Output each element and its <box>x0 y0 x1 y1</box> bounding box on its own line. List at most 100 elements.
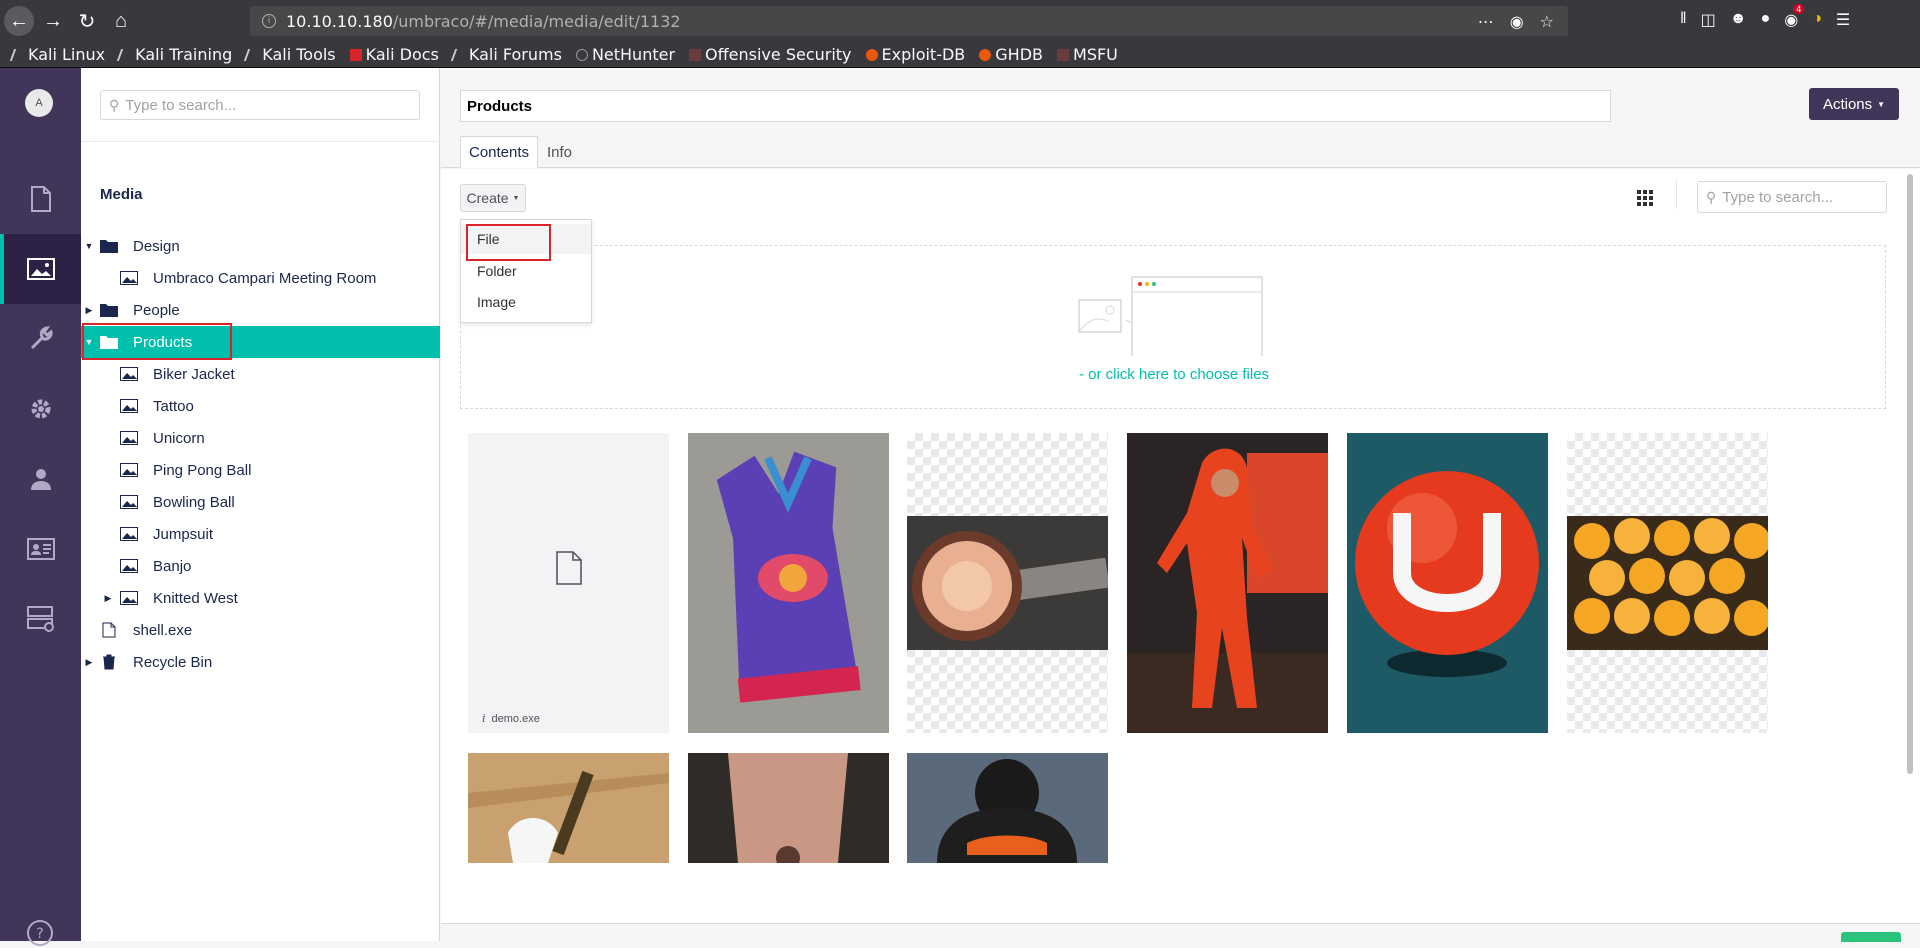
create-button[interactable]: Create ▼ <box>460 184 526 212</box>
forward-icon[interactable]: → <box>38 6 68 36</box>
caret-down-icon[interactable]: ▼ <box>84 241 94 251</box>
media-item-jumpsuit[interactable] <box>1127 433 1328 733</box>
section-settings[interactable] <box>0 304 81 374</box>
bookmark-kali-docs[interactable]: Kali Docs <box>349 45 439 64</box>
section-forms[interactable] <box>0 584 81 654</box>
extension-dark-icon[interactable]: ● <box>1761 10 1771 30</box>
bookmark-star-icon[interactable]: ☆ <box>1540 12 1554 31</box>
bookmark-nethunter[interactable]: NetHunter <box>575 45 675 64</box>
extension-color-icon[interactable]: ◑ <box>1812 10 1822 30</box>
actions-label: Actions <box>1822 95 1873 113</box>
image-icon <box>120 591 138 605</box>
divider <box>1676 179 1677 209</box>
back-icon[interactable]: ← <box>4 6 34 36</box>
reload-icon[interactable]: ↻ <box>72 6 102 36</box>
exploit-db-icon <box>865 48 878 61</box>
tree-item-people[interactable]: ▶ People <box>81 294 440 326</box>
section-media[interactable] <box>0 234 81 304</box>
tree-item-bowling-ball[interactable]: Bowling Ball <box>81 486 440 518</box>
scrollbar[interactable] <box>1907 174 1915 934</box>
media-item-knitted-west[interactable] <box>688 433 889 733</box>
user-icon <box>30 469 51 490</box>
actions-button[interactable]: Actions ▼ <box>1809 88 1899 120</box>
caret-right-icon[interactable]: ▶ <box>84 305 94 316</box>
biker-jacket-image <box>907 753 1108 863</box>
section-members[interactable] <box>0 514 81 584</box>
tree-item-ping-pong-ball[interactable]: Ping Pong Ball <box>81 454 440 486</box>
tree-item-knitted-west[interactable]: ▶ Knitted West <box>81 582 440 614</box>
section-developer[interactable] <box>0 374 81 444</box>
grid-view-icon[interactable] <box>1636 189 1654 207</box>
list-search-input[interactable] <box>1722 188 1873 206</box>
media-item-tattoo[interactable] <box>688 753 889 863</box>
help-icon[interactable]: ? <box>25 918 55 948</box>
ghdb-icon <box>979 48 992 61</box>
section-nav: A ? <box>0 68 81 946</box>
section-content[interactable] <box>0 164 81 234</box>
media-item-bowling-ball[interactable] <box>1347 433 1548 733</box>
tree-item-jumpsuit[interactable]: Jumpsuit <box>81 518 440 550</box>
tree-item-unicorn[interactable]: Unicorn <box>81 422 440 454</box>
caret-right-icon[interactable]: ▶ <box>84 657 94 668</box>
image-icon <box>120 527 138 541</box>
create-label: Create <box>466 190 509 206</box>
nethunter-icon <box>575 48 588 61</box>
upload-dropzone[interactable]: - or click here to choose files <box>460 245 1886 409</box>
tree-item-label: Umbraco Campari Meeting Room <box>153 269 377 287</box>
caret-right-icon[interactable]: ▶ <box>103 593 113 604</box>
page-actions-icon[interactable]: ⋯ <box>1478 12 1494 31</box>
tree-item-label: Jumpsuit <box>153 525 214 543</box>
media-name-field[interactable]: Products <box>460 90 1611 122</box>
tree-item-label: Unicorn <box>153 429 205 447</box>
info-icon[interactable]: i <box>262 14 276 28</box>
tree-search-input[interactable] <box>125 96 406 114</box>
library-icon[interactable]: ‖ <box>1680 10 1687 30</box>
bookmark-kali-linux[interactable]: Kali Linux <box>9 45 106 64</box>
scrollbar-thumb[interactable] <box>1907 174 1913 774</box>
tree-search[interactable]: ⚲ <box>100 90 420 120</box>
pocket-icon[interactable]: ◉ <box>1510 12 1524 31</box>
media-item-demo-exe[interactable]: i demo.exe <box>468 433 669 733</box>
banjo-image <box>907 516 1108 650</box>
tab-contents[interactable]: Contents <box>460 136 539 168</box>
url-bar[interactable]: i 10.10.10.180/umbraco/#/media/media/edi… <box>250 6 1568 36</box>
media-item-biker-jacket[interactable] <box>907 753 1108 863</box>
menu-item-image[interactable]: Image <box>461 287 591 317</box>
home-icon[interactable]: ⌂ <box>106 6 136 36</box>
section-users[interactable] <box>0 444 81 514</box>
media-item-unicorn[interactable] <box>468 753 669 863</box>
extension-badge-icon[interactable]: ◉ 4 <box>1784 4 1805 30</box>
media-item-banjo[interactable] <box>907 433 1108 733</box>
image-icon <box>120 271 138 285</box>
tree-item-recycle-bin[interactable]: ▶ Recycle Bin <box>81 646 440 678</box>
tree-item-umbraco-campari[interactable]: Umbraco Campari Meeting Room <box>81 262 440 294</box>
tree-item-biker-jacket[interactable]: Biker Jacket <box>81 358 440 390</box>
file-caption: i demo.exe <box>482 712 540 725</box>
account-icon[interactable]: ☻ <box>1730 10 1747 30</box>
info-icon: i <box>482 712 486 725</box>
menu-icon[interactable]: ☰ <box>1836 10 1850 30</box>
avatar[interactable]: A <box>25 89 53 117</box>
media-item-ping-pong-ball[interactable] <box>1567 433 1768 733</box>
image-icon <box>120 367 138 381</box>
tab-info[interactable]: Info <box>539 136 580 168</box>
tree-item-shell-exe[interactable]: shell.exe <box>81 614 440 646</box>
docs-icon <box>349 48 362 61</box>
bookmark-kali-tools[interactable]: Kali Tools <box>244 45 336 64</box>
bookmark-offensive-security[interactable]: Offensive Security <box>689 45 852 64</box>
bookmark-msfu[interactable]: MSFU <box>1057 45 1118 64</box>
tree-item-banjo[interactable]: Banjo <box>81 550 440 582</box>
bookmark-ghdb[interactable]: GHDB <box>979 45 1043 64</box>
bookmark-exploit-db[interactable]: Exploit-DB <box>865 45 965 64</box>
jumpsuit-image <box>1127 433 1328 733</box>
tree-item-tattoo[interactable]: Tattoo <box>81 390 440 422</box>
caret-down-icon: ▼ <box>1877 99 1886 109</box>
list-search[interactable]: ⚲ <box>1697 181 1887 213</box>
sidebar-icon[interactable]: ◫ <box>1701 10 1716 30</box>
tree-item-design[interactable]: ▼ Design <box>81 230 440 262</box>
bookmark-kali-training[interactable]: Kali Training <box>116 45 232 64</box>
choose-files-link[interactable]: - or click here to choose files <box>461 366 1887 383</box>
urlbar-actions: ⋯ ◉ ☆ <box>1478 12 1554 31</box>
bookmark-kali-forums[interactable]: Kali Forums <box>450 45 562 64</box>
bookmark-label: Kali Linux <box>28 45 106 64</box>
